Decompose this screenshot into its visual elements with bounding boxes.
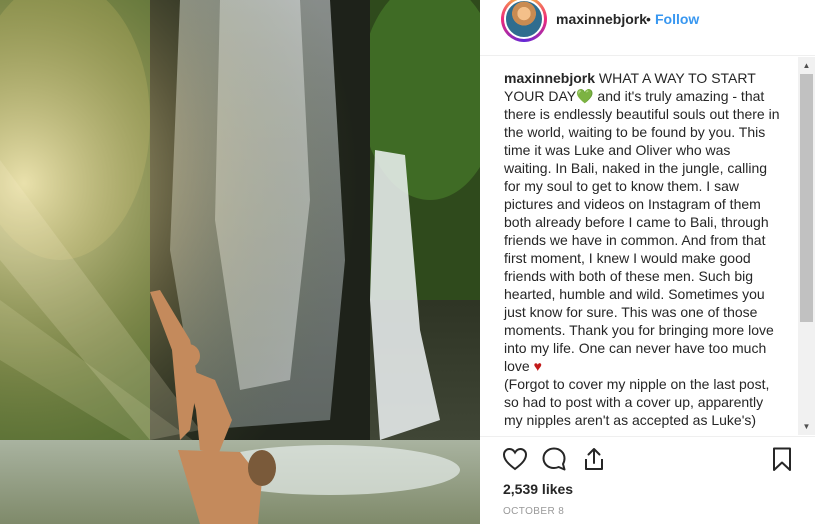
scroll-down-arrow-icon[interactable]: ▼ (798, 418, 815, 435)
post-caption: maxinnebjork WHAT A WAY TO START YOUR DA… (504, 69, 780, 429)
header-username[interactable]: maxinnebjork (556, 11, 647, 27)
post-photo[interactable] (0, 0, 480, 524)
scroll-up-arrow-icon[interactable]: ▲ (798, 57, 815, 74)
likes-count[interactable]: 2,539 likes (503, 481, 573, 497)
follow-button[interactable]: Follow (655, 11, 699, 27)
caption-username[interactable]: maxinnebjork (504, 70, 595, 86)
caption-scrollbar[interactable]: ▲ ▼ (798, 57, 815, 435)
caption-scroll-area[interactable]: maxinnebjork WHAT A WAY TO START YOUR DA… (480, 57, 815, 435)
avatar[interactable] (504, 0, 544, 39)
red-heart-emoji: ♥ (533, 358, 542, 374)
heart-outline-icon[interactable] (501, 445, 529, 473)
post-sidebar: maxinnebjork • Follow maxinnebjork WHAT … (480, 0, 815, 524)
caption-text-2: and it's truly amazing - that there is e… (504, 88, 780, 374)
caption-paragraph: maxinnebjork WHAT A WAY TO START YOUR DA… (504, 69, 780, 375)
scroll-thumb[interactable] (800, 74, 813, 322)
post-date[interactable]: OCTOBER 8 (503, 506, 564, 517)
separator-dot: • (646, 11, 651, 27)
bookmark-icon[interactable] (768, 445, 796, 473)
post-header: maxinnebjork • Follow (480, 0, 815, 56)
caption-paragraph-2: (Forgot to cover my nipple on the last p… (504, 376, 770, 428)
share-icon[interactable] (580, 445, 608, 473)
comment-icon[interactable] (540, 445, 568, 473)
waterfall-image (0, 0, 480, 524)
green-heart-emoji: 💚 (576, 88, 594, 104)
avatar-story-ring[interactable] (501, 0, 547, 42)
post-actions: 2,539 likes OCTOBER 8 (480, 436, 815, 524)
